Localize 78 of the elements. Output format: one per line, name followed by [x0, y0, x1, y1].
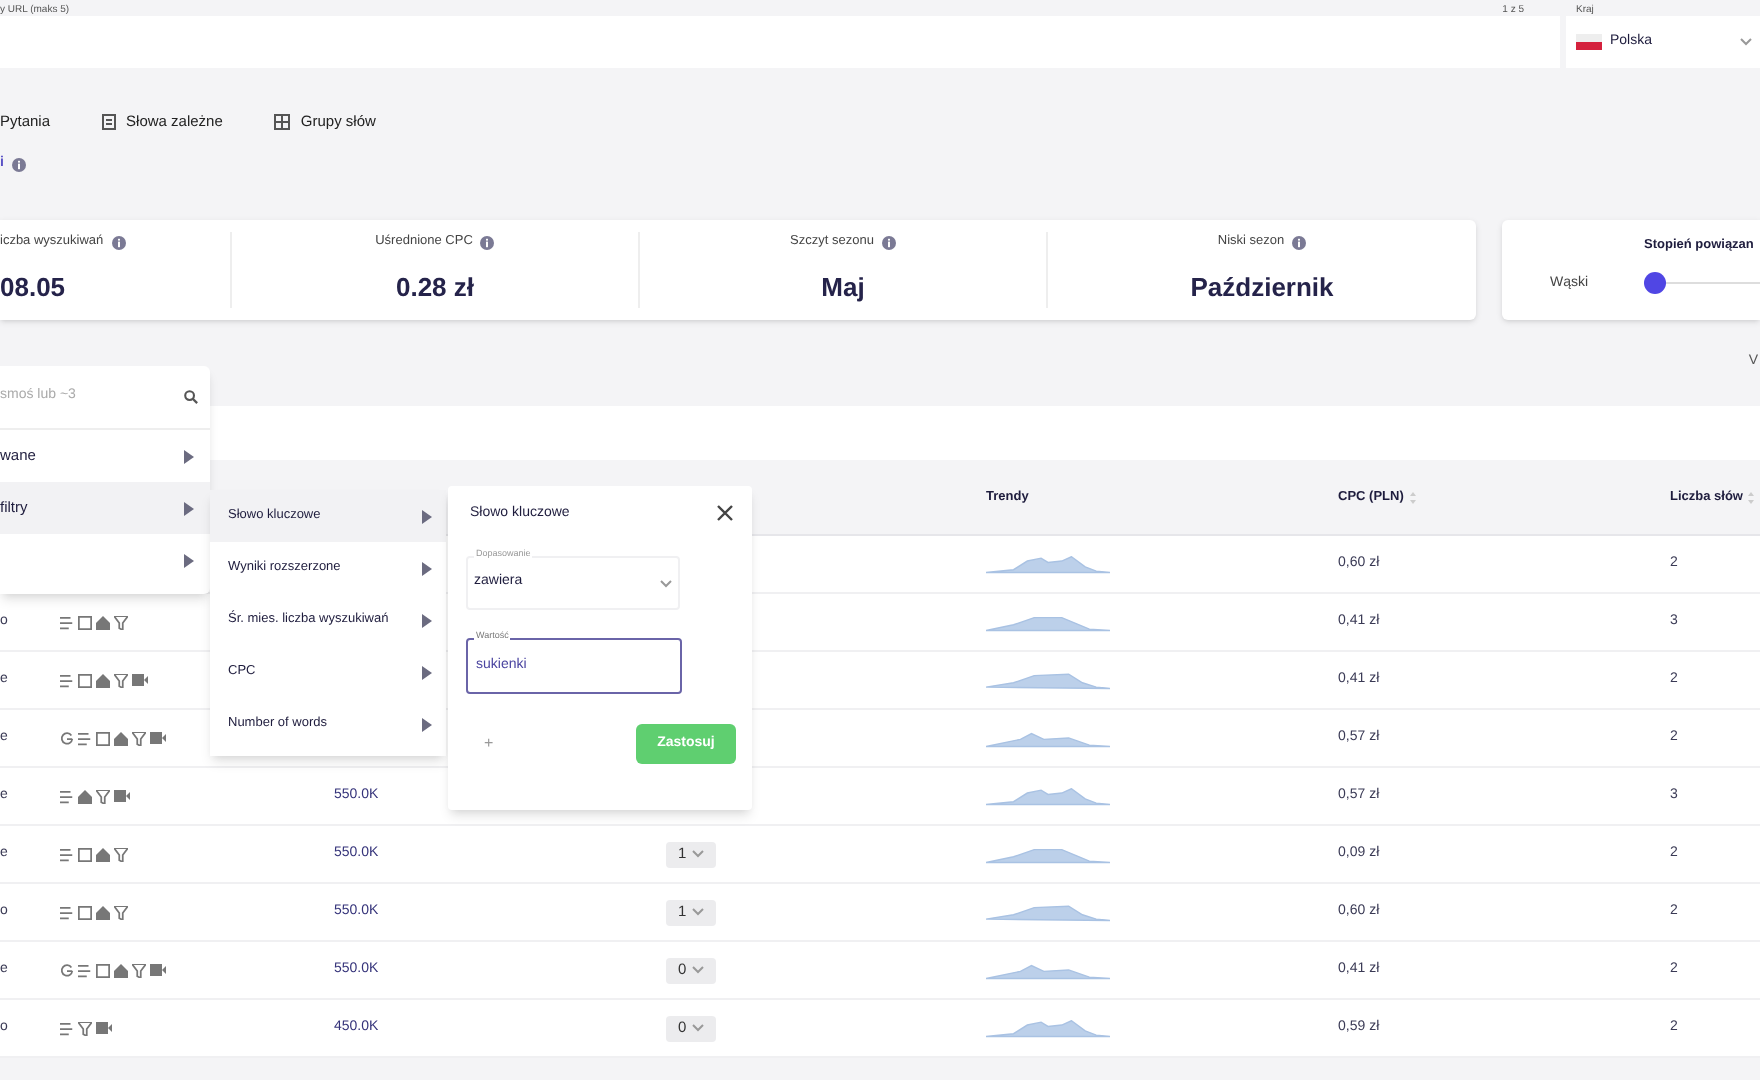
sparkline-drawing	[986, 555, 1110, 573]
filter-icon	[96, 789, 110, 803]
chevron-right-icon	[422, 613, 432, 627]
video-icon	[96, 1022, 112, 1034]
video-icon	[114, 790, 130, 802]
filter-icon	[114, 847, 128, 861]
flag-icon	[1576, 34, 1602, 50]
lines-icon	[60, 847, 74, 861]
filter-icon	[114, 905, 128, 919]
sparkline-drawing	[986, 787, 1110, 805]
filter-icon	[132, 731, 146, 745]
house-icon	[96, 673, 110, 687]
stat-value: 0.28 zł	[395, 270, 475, 307]
image-icon	[78, 905, 92, 919]
info-icon	[480, 235, 495, 250]
document-icon	[102, 114, 117, 130]
filter-icon	[132, 963, 146, 977]
info-icon	[11, 157, 26, 171]
caret-icon	[660, 579, 672, 587]
sparkline-drawing	[986, 845, 1110, 863]
caret-icon	[1740, 38, 1752, 46]
image-icon	[96, 731, 110, 745]
chevron-right-icon	[422, 509, 432, 523]
filter-icon	[114, 615, 128, 629]
house-icon	[96, 847, 110, 861]
info-icon	[111, 235, 126, 250]
sparkline-drawing	[986, 903, 1110, 921]
caret-icon	[692, 850, 705, 858]
image-icon	[78, 673, 92, 687]
caret-icon	[692, 1024, 705, 1032]
house-icon	[96, 615, 110, 629]
lines-icon	[60, 673, 74, 687]
lines-icon	[60, 615, 74, 629]
search-icon	[184, 390, 198, 404]
house-icon	[96, 905, 110, 919]
video-icon	[132, 674, 148, 686]
grid-icon	[274, 114, 291, 130]
sparkline-drawing	[986, 613, 1110, 631]
filter-icon	[114, 673, 128, 687]
lines-icon	[60, 905, 74, 919]
sparkline-drawing	[986, 729, 1110, 747]
lines-icon	[78, 963, 92, 977]
relation-slider[interactable]	[1644, 272, 1760, 296]
chevron-right-icon	[422, 561, 432, 575]
chevron-right-icon	[184, 553, 194, 567]
sparkline-drawing	[986, 961, 1110, 979]
image-icon	[78, 847, 92, 861]
chevron-right-icon	[422, 665, 432, 679]
sparkline-drawing	[986, 671, 1110, 689]
chevron-right-icon	[184, 449, 194, 463]
house-icon	[78, 789, 92, 803]
video-icon	[150, 732, 166, 744]
caret-icon	[692, 908, 705, 916]
house-icon	[114, 963, 128, 977]
image-icon	[78, 615, 92, 629]
close-button[interactable]	[716, 504, 734, 522]
filter-icon	[78, 1021, 92, 1035]
google-g-icon	[60, 963, 74, 977]
chevron-right-icon	[422, 717, 432, 731]
lines-icon	[60, 1021, 74, 1035]
image-icon	[96, 963, 110, 977]
stat-value: 08.05	[0, 270, 66, 307]
video-icon	[150, 964, 166, 976]
sort-icon	[1409, 491, 1416, 503]
lines-icon	[60, 789, 74, 803]
google-g-icon	[60, 731, 74, 745]
house-icon	[114, 731, 128, 745]
stat-value: Maj	[821, 270, 865, 307]
stat-value: Październik	[1190, 270, 1334, 307]
close-icon	[716, 504, 734, 522]
caret-icon	[692, 966, 705, 974]
info-icon	[881, 235, 896, 250]
slider-thumb[interactable]	[1644, 272, 1666, 294]
info-icon	[1292, 235, 1307, 250]
sort-icon	[1748, 491, 1755, 503]
lines-icon	[78, 731, 92, 745]
sparkline-drawing	[986, 1019, 1110, 1037]
chevron-right-icon	[184, 501, 194, 515]
